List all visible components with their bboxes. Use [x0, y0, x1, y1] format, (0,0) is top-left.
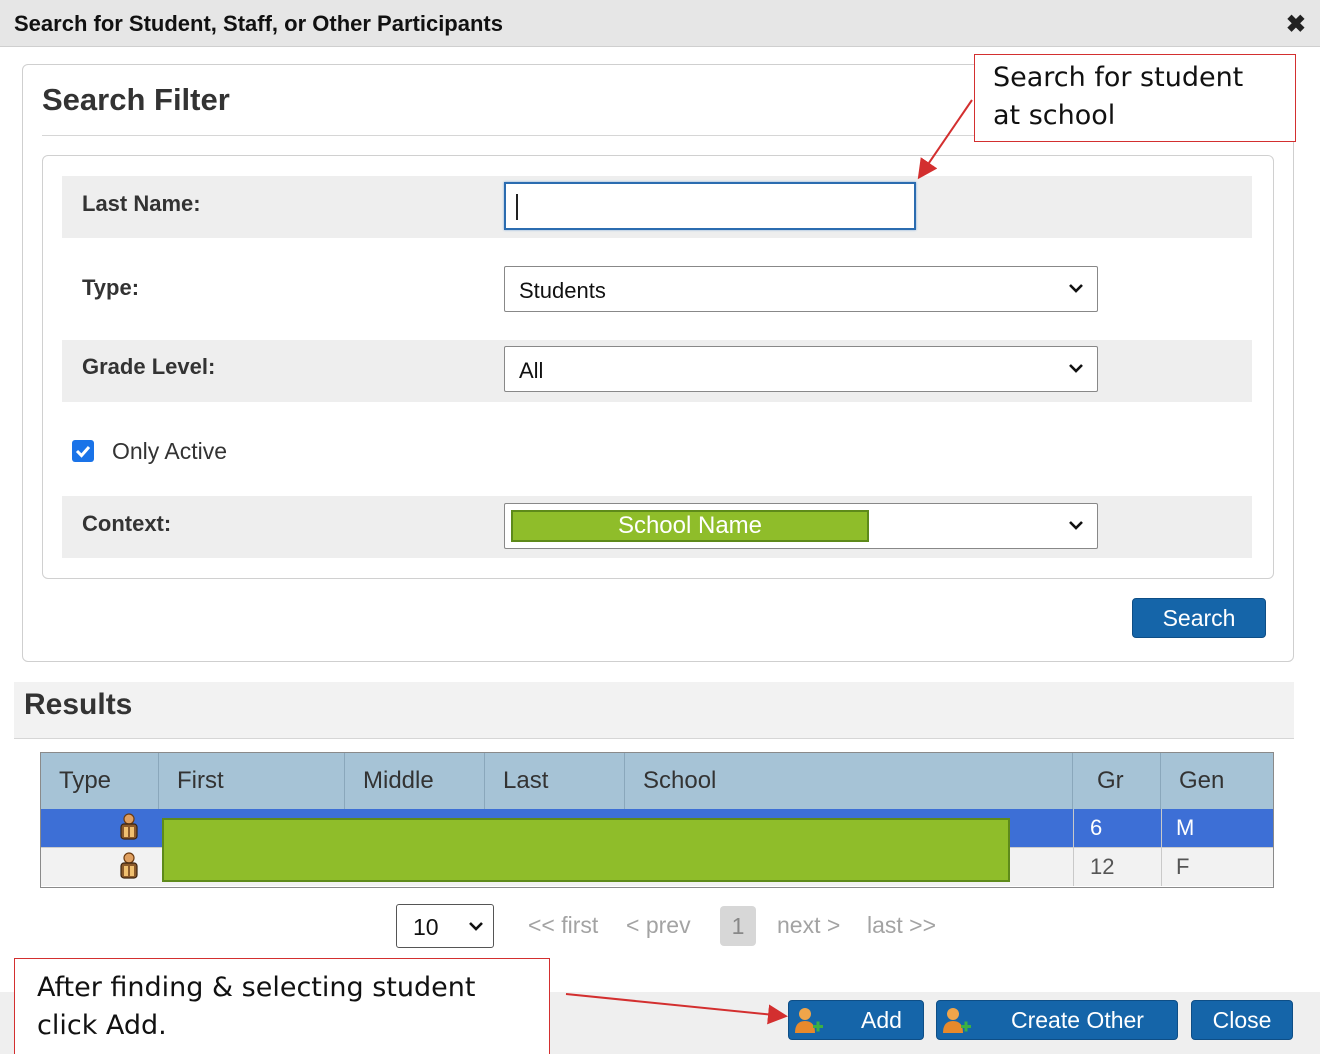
top-callout-arrow: [917, 99, 973, 180]
callout-arrows: [565, 99, 973, 1025]
bottom-callout-arrow: [565, 993, 788, 1025]
